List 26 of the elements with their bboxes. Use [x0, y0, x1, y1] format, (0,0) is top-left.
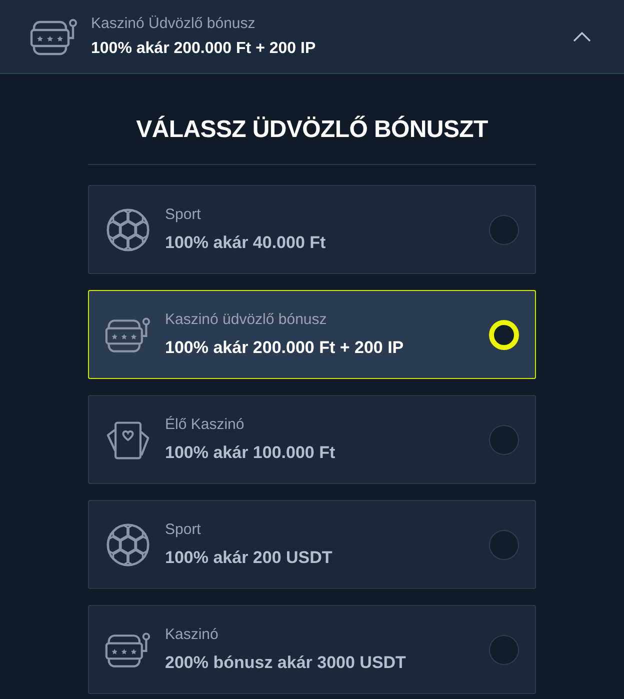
radio-button[interactable]: [489, 530, 519, 560]
bonus-amount-text: 100% akár 200 USDT: [165, 547, 332, 568]
football-icon: [105, 206, 151, 252]
bonus-option-card[interactable]: Kaszinó 200% bónusz akár 3000 USDT: [88, 605, 536, 694]
football-icon: [105, 522, 151, 568]
bonus-option-card[interactable]: Sport 100% akár 200 USDT: [88, 500, 536, 589]
bonus-amount-text: 100% akár 200.000 Ft + 200 IP: [91, 38, 316, 58]
bonus-option-card[interactable]: Élő Kaszinó 100% akár 100.000 Ft: [88, 395, 536, 484]
bonus-category-label: Élő Kaszinó: [165, 416, 246, 434]
section-title: VÁLASSZ ÜDVÖZLŐ BÓNUSZT: [88, 110, 536, 165]
bonus-category-label: Sport: [165, 206, 202, 224]
bonus-option-card[interactable]: Sport 100% akár 40.000 Ft: [88, 185, 536, 274]
bonus-option-card[interactable]: Kaszinó üdvözlő bónusz 100% akár 200.000 Ft + 200 IP: [88, 290, 536, 379]
radio-button[interactable]: [489, 424, 519, 454]
header-bar[interactable]: Kaszinó Üdvözlő bónusz 100% akár 200.000 Ft + 200 IP: [0, 0, 624, 74]
bonus-category-label: Kaszinó Üdvözlő bónusz: [91, 14, 256, 32]
radio-button[interactable]: [489, 634, 519, 664]
slot-machine-icon: [30, 16, 78, 56]
radio-button[interactable]: [489, 214, 519, 244]
bonus-amount-text: 100% akár 40.000 Ft: [165, 232, 326, 253]
bonus-category-label: Sport: [165, 521, 202, 539]
bonus-amount-text: 200% bónusz akár 3000 USDT: [165, 652, 406, 673]
bonus-category-label: Kaszinó: [165, 626, 220, 644]
bonus-amount-text: 100% akár 200.000 Ft + 200 IP: [165, 337, 404, 358]
bonus-category-label: Kaszinó üdvözlő bónusz: [165, 311, 328, 329]
bonus-amount-text: 100% akár 100.000 Ft: [165, 442, 336, 463]
